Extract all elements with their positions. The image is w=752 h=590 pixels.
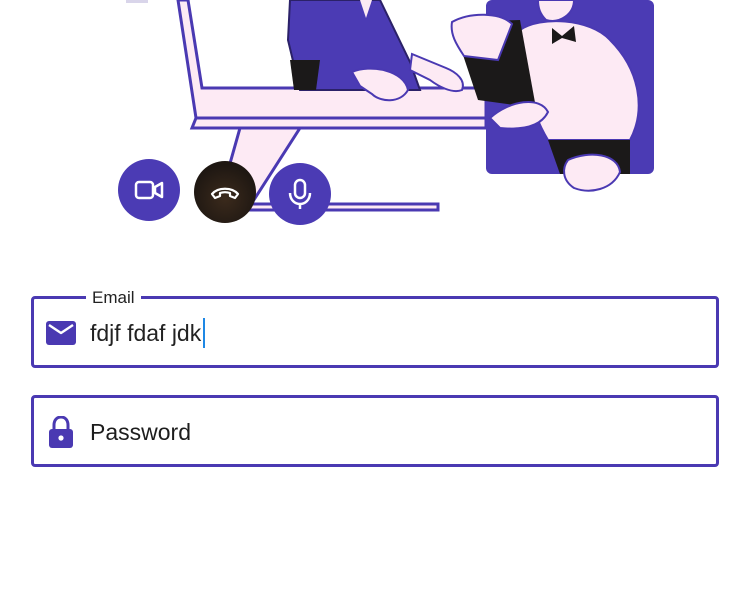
hangup-button[interactable] (194, 161, 256, 223)
email-field[interactable]: Email fdjf fdaf jdk (31, 288, 719, 368)
password-field[interactable]: Password (31, 395, 719, 467)
video-toggle-button[interactable] (118, 159, 180, 221)
password-input[interactable]: Password (90, 417, 191, 447)
login-screen: Email fdjf fdaf jdk Password (0, 0, 752, 590)
email-value: fdjf fdaf jdk (90, 320, 202, 346)
email-input[interactable]: fdjf fdaf jdk (90, 318, 206, 348)
microphone-toggle-button[interactable] (269, 163, 331, 225)
microphone-icon (284, 177, 316, 211)
mail-icon (46, 318, 76, 348)
lock-icon (46, 416, 76, 448)
text-caret (203, 318, 206, 348)
email-label: Email (86, 288, 141, 308)
video-call-illustration (126, 0, 654, 212)
phone-hangup-icon (208, 175, 242, 209)
video-camera-icon (133, 174, 165, 206)
